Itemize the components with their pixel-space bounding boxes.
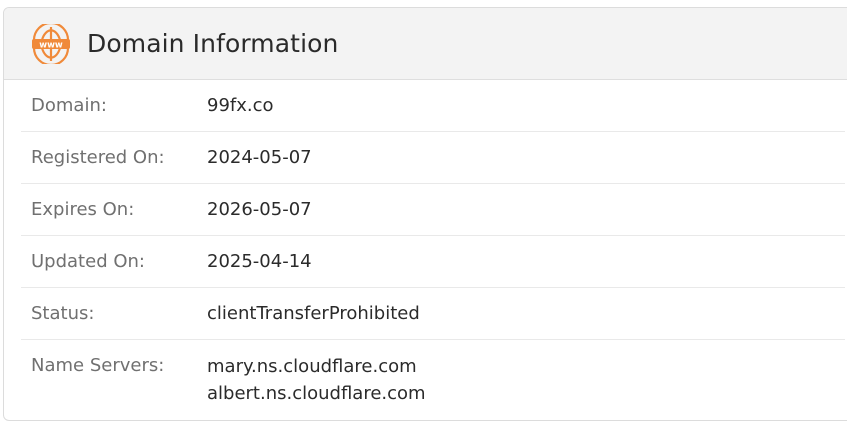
row-label: Name Servers: — [31, 355, 165, 376]
svg-text:www: www — [39, 40, 63, 50]
domain-information-panel: www Domain Information Domain: 99fx.co R… — [3, 7, 847, 421]
row-value: 2026-05-07 — [207, 199, 312, 220]
www-globe-icon: www — [31, 21, 71, 66]
row-label: Expires On: — [31, 199, 135, 220]
row-domain: Domain: 99fx.co — [21, 80, 845, 132]
row-name-servers: Name Servers: mary.ns.cloudflare.com alb… — [21, 340, 845, 420]
row-label: Registered On: — [31, 147, 165, 168]
row-updated-on: Updated On: 2025-04-14 — [21, 236, 845, 288]
row-status: Status: clientTransferProhibited — [21, 288, 845, 340]
row-label: Updated On: — [31, 251, 145, 272]
domain-info-list: Domain: 99fx.co Registered On: 2024-05-0… — [21, 80, 845, 420]
name-server: albert.ns.cloudflare.com — [207, 383, 426, 404]
row-value: 2025-04-14 — [207, 251, 312, 272]
panel-header: www Domain Information — [4, 8, 847, 80]
name-server: mary.ns.cloudflare.com — [207, 356, 417, 377]
row-label: Status: — [31, 303, 95, 324]
name-server-list: mary.ns.cloudflare.com albert.ns.cloudfl… — [207, 354, 426, 408]
row-value: 99fx.co — [207, 95, 274, 116]
row-value: clientTransferProhibited — [207, 303, 420, 324]
row-label: Domain: — [31, 95, 107, 116]
row-expires-on: Expires On: 2026-05-07 — [21, 184, 845, 236]
row-value: 2024-05-07 — [207, 147, 312, 168]
row-registered-on: Registered On: 2024-05-07 — [21, 132, 845, 184]
panel-title: Domain Information — [87, 29, 339, 58]
